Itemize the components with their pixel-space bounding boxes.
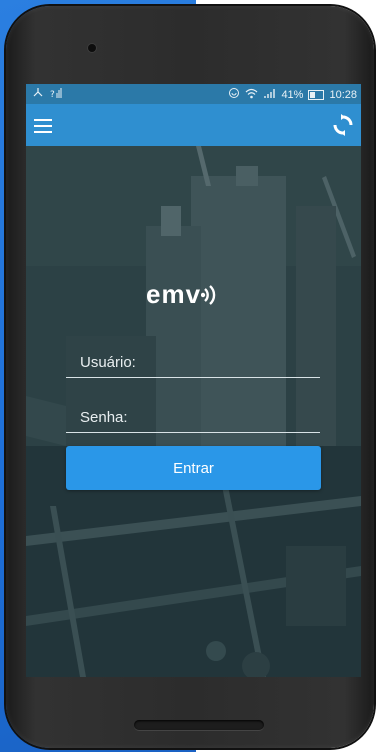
username-field [66,347,320,378]
do-not-disturb-icon [228,87,240,102]
industrial-background-image: emv Entrar [26,146,361,677]
logo-text: emv [146,278,202,309]
status-bar: ? 41% 10:28 [26,84,361,104]
wifi-icon [245,88,258,102]
front-camera [88,44,96,52]
hamburger-menu-icon[interactable] [34,119,52,133]
call-forward-icon [32,87,44,102]
username-input[interactable] [66,347,320,377]
logo-signal-icon [201,285,216,305]
svg-text:?: ? [50,90,55,99]
password-field [66,402,320,433]
status-time: 10:28 [329,88,357,101]
password-input[interactable] [66,402,320,432]
phone-screen: ? 41% 10:28 emv Usuário: Entrar [26,84,361,677]
sync-icon[interactable] [331,113,355,137]
login-button[interactable]: Entrar [66,446,321,490]
signal-icon [263,88,276,102]
battery-percent: 41% [281,88,304,101]
home-button[interactable] [134,720,264,730]
no-sim-signal-icon: ? [50,87,62,102]
battery-icon [308,89,325,100]
app-logo: emv [146,274,246,314]
app-bar [26,104,361,146]
